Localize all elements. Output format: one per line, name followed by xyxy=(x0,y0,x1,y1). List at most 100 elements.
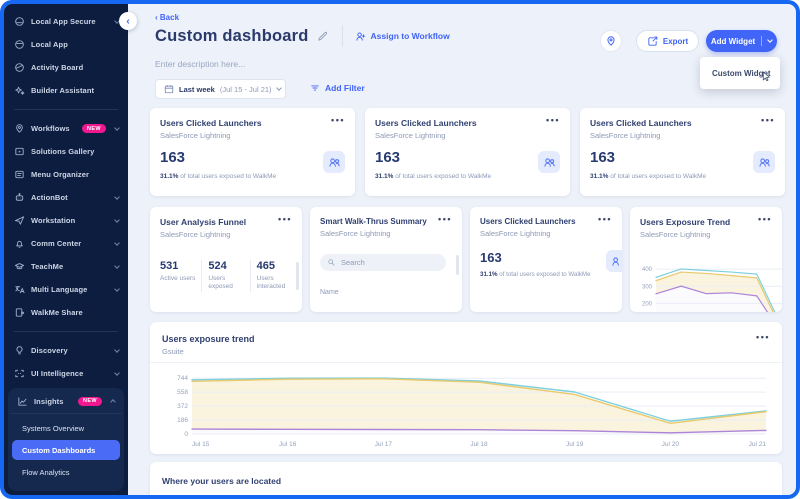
location-pin-button[interactable] xyxy=(600,30,622,52)
actionbot-robot-icon xyxy=(14,192,25,203)
line-chart: 0186372558744Jul 15Jul 16Jul 17Jul 18Jul… xyxy=(162,368,770,450)
svg-text:Jul 16: Jul 16 xyxy=(279,441,297,448)
search-placeholder: Search xyxy=(341,258,365,267)
widget-subtitle: SalesForce Lightning xyxy=(160,230,292,239)
widget-menu-ellipsis-icon[interactable]: ••• xyxy=(761,115,775,125)
walkme-share-icon xyxy=(14,307,25,318)
funnel-stats: 531 Active users 524 Users exposed 465 U… xyxy=(160,260,298,292)
sidebar-item-label: Activity Board xyxy=(31,63,119,72)
sidebar-item-builder-assistant[interactable]: Builder Assistant xyxy=(4,79,128,102)
sidebar-item-ui-intelligence[interactable]: UI Intelligence xyxy=(4,362,128,385)
menu-item-custom-widget[interactable]: Custom Widget xyxy=(700,57,780,89)
discovery-bulb-icon xyxy=(14,345,25,356)
sidebar-item-label: Menu Organizer xyxy=(31,170,119,179)
svg-text:186: 186 xyxy=(177,417,188,424)
sidebar-divider xyxy=(14,109,118,110)
main-content: ‹ Back Custom dashboard Assign to Workfl… xyxy=(128,4,796,495)
ui-intelligence-scan-icon xyxy=(14,368,25,379)
sidebar-item-activity-board[interactable]: Activity Board xyxy=(4,56,128,79)
sidebar-item-flow-analytics[interactable]: Flow Analytics xyxy=(12,462,120,482)
title-row: Custom dashboard Assign to Workflow xyxy=(155,24,450,48)
divider xyxy=(150,362,782,363)
widget-subtitle: SalesForce Lightning xyxy=(160,131,345,140)
sidebar-item-discovery[interactable]: Discovery xyxy=(4,339,128,362)
card-scrollbar-thumb[interactable] xyxy=(296,262,299,290)
funnel-stat: 524 Users exposed xyxy=(201,260,249,292)
widget-subtitle: SalesForce Lightning xyxy=(320,229,452,238)
widget-menu-ellipsis-icon[interactable]: ••• xyxy=(598,214,612,224)
sidebar: Local App Secure Local App Activity Boar… xyxy=(4,4,128,495)
mini-line-chart: 200300400 xyxy=(630,260,782,312)
export-button[interactable]: Export xyxy=(636,30,699,52)
workstation-plane-icon xyxy=(14,215,25,226)
chevron-down-icon xyxy=(114,370,120,376)
widget-title: User Analysis Funnel xyxy=(160,217,292,227)
chevron-down-icon xyxy=(114,217,120,223)
sidebar-item-label: TeachMe xyxy=(31,262,109,271)
sidebar-item-label: UI Intelligence xyxy=(31,369,109,378)
sidebar-item-menu-organizer[interactable]: Menu Organizer xyxy=(4,163,128,186)
chevron-down-icon xyxy=(114,286,120,292)
page-title: Custom dashboard xyxy=(155,27,309,46)
sidebar-item-label: Workstation xyxy=(31,216,109,225)
kpi-caption: 31.1% of total users exposed to WalkMe xyxy=(590,173,706,180)
sidebar-divider xyxy=(14,331,118,332)
svg-text:Jul 18: Jul 18 xyxy=(470,441,488,448)
assign-to-workflow-button[interactable]: Assign to Workflow xyxy=(355,31,450,42)
users-icon xyxy=(758,156,771,169)
svg-text:Jul 15: Jul 15 xyxy=(192,441,210,448)
sidebar-item-systems-overview[interactable]: Systems Overview xyxy=(12,418,120,438)
new-badge: NEW xyxy=(82,124,106,133)
widget-menu-ellipsis-icon[interactable]: ••• xyxy=(278,214,292,224)
sidebar-item-multi-language[interactable]: Multi Language xyxy=(4,278,128,301)
sidebar-item-comm-center[interactable]: Comm Center xyxy=(4,232,128,255)
sidebar-collapse-button[interactable]: ‹ xyxy=(119,12,137,30)
multi-language-icon xyxy=(14,284,25,295)
widget-menu-ellipsis-icon[interactable]: ••• xyxy=(756,332,770,342)
widget-smart-walkthrus-summary: Smart Walk-Thrus Summary SalesForce Ligh… xyxy=(310,207,462,312)
svg-text:0: 0 xyxy=(184,431,188,438)
widget-menu-ellipsis-icon[interactable]: ••• xyxy=(546,115,560,125)
assign-person-icon xyxy=(355,31,366,42)
description-field[interactable]: Enter description here... xyxy=(155,59,245,69)
kpi-value: 163 xyxy=(375,149,400,166)
sidebar-item-walkme-share[interactable]: WalkMe Share xyxy=(4,301,128,324)
local-app-secure-icon xyxy=(14,16,25,27)
app-window: Local App Secure Local App Activity Boar… xyxy=(0,0,800,499)
sidebar-item-custom-dashboards[interactable]: Custom Dashboards xyxy=(12,440,120,460)
sidebar-item-local-app-secure[interactable]: Local App Secure xyxy=(4,10,128,33)
sidebar-item-actionbot[interactable]: ActionBot xyxy=(4,186,128,209)
users-icon-badge xyxy=(753,151,775,173)
divider xyxy=(342,25,343,47)
svg-text:400: 400 xyxy=(642,267,653,273)
back-link[interactable]: ‹ Back xyxy=(155,13,179,22)
sidebar-item-solutions-gallery[interactable]: Solutions Gallery xyxy=(4,140,128,163)
widget-menu-ellipsis-icon[interactable]: ••• xyxy=(438,214,452,224)
kpi-value: 163 xyxy=(590,149,615,166)
edit-title-pencil-icon[interactable] xyxy=(317,31,328,42)
sidebar-item-local-app[interactable]: Local App xyxy=(4,33,128,56)
sidebar-item-workflows[interactable]: Workflows NEW xyxy=(4,117,128,140)
search-input[interactable]: Search xyxy=(320,254,446,271)
kpi-caption: 31.1% of total users exposed to WalkMe xyxy=(160,173,276,180)
widget-menu-ellipsis-icon[interactable]: ••• xyxy=(331,115,345,125)
date-range-picker[interactable]: Last week (Jul 15 - Jul 21) xyxy=(155,79,286,99)
card-scrollbar-thumb[interactable] xyxy=(456,255,459,275)
sidebar-item-label: Comm Center xyxy=(31,239,109,248)
add-filter-button[interactable]: Add Filter xyxy=(310,83,365,93)
users-icon-badge xyxy=(323,151,345,173)
widget-subtitle: SalesForce Lightning xyxy=(375,131,560,140)
svg-text:Jul 17: Jul 17 xyxy=(375,441,393,448)
app-frame: Local App Secure Local App Activity Boar… xyxy=(4,4,796,495)
sidebar-item-label: Local App Secure xyxy=(31,17,109,26)
sidebar-item-workstation[interactable]: Workstation xyxy=(4,209,128,232)
sidebar-item-label: Discovery xyxy=(31,346,109,355)
users-icon xyxy=(543,156,556,169)
users-icon xyxy=(328,156,341,169)
svg-text:200: 200 xyxy=(642,301,653,307)
sidebar-item-teachme[interactable]: TeachMe xyxy=(4,255,128,278)
chevron-down-icon xyxy=(114,194,120,200)
sidebar-item-insights[interactable]: Insights NEW xyxy=(10,389,122,414)
add-widget-button[interactable]: Add Widget xyxy=(706,30,777,52)
widget-menu-ellipsis-icon[interactable]: ••• xyxy=(758,214,772,224)
